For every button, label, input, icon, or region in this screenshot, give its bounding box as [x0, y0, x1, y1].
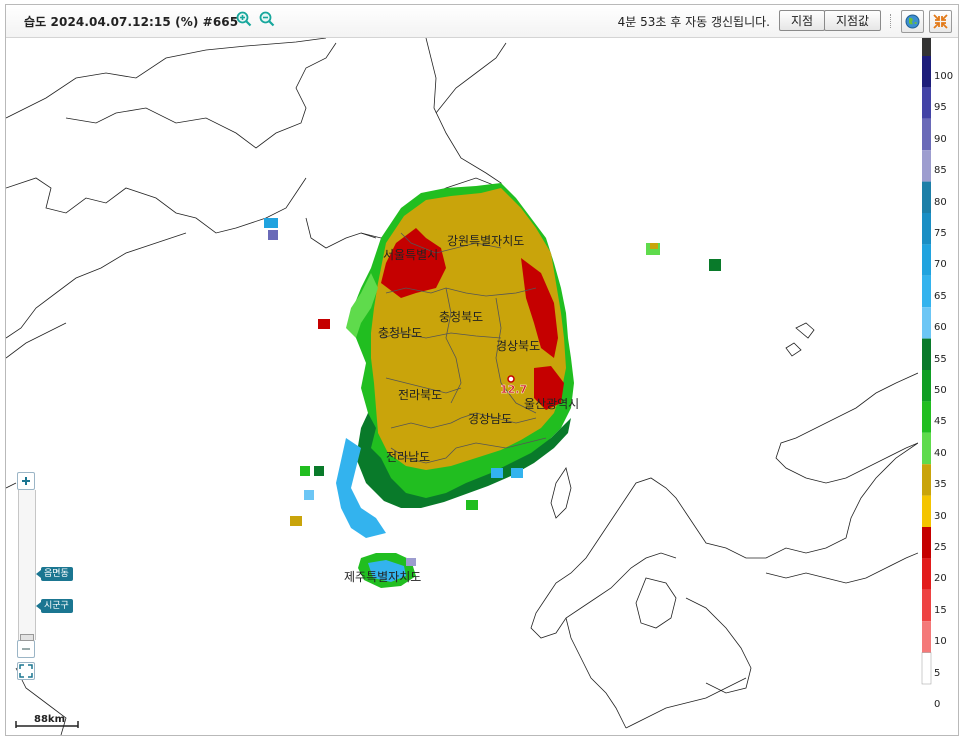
region-label-jeonnam: 전라남도 [386, 450, 430, 464]
point-value-button[interactable]: 지점값 [824, 10, 881, 31]
legend-label: 35 [934, 479, 947, 491]
zoom-slider-thumb[interactable] [20, 634, 34, 641]
zoom-slider-track[interactable] [18, 490, 36, 641]
zoom-out-icon[interactable] [259, 11, 275, 27]
legend-swatch [922, 244, 931, 276]
legend-swatch [922, 464, 931, 496]
fit-extent-button[interactable] [17, 662, 35, 680]
scale-label: 88km [34, 714, 65, 725]
legend-swatch [922, 338, 931, 370]
globe-button[interactable] [901, 10, 924, 33]
scale-bar: 88km [15, 714, 79, 728]
japan-coastline [530, 322, 918, 729]
legend-label: 30 [934, 510, 947, 522]
region-label-ulsan: 울산광역시 [524, 397, 579, 411]
plus-icon [22, 477, 30, 485]
legend-swatch [921, 652, 932, 685]
legend-swatch [922, 370, 931, 402]
region-label-jeonbuk: 전라북도 [398, 388, 442, 402]
legend-label: 80 [934, 196, 947, 208]
minus-icon [22, 648, 30, 650]
legend-swatch [922, 432, 931, 465]
legend-label: 45 [934, 416, 947, 428]
humidity-map: 서울특별시 강원특별자치도 충청북도 충청남도 경상북도 전라북도 경상남도 울… [6, 38, 918, 735]
legend-swatch-cap [922, 38, 931, 56]
map-viewer: 습도 2024.04.07.12:15 (%) #665 4분 53초 후 자동… [5, 4, 959, 736]
region-label-gangwon: 강원특별자치도 [447, 234, 524, 248]
map-title: 습도 2024.04.07.12:15 (%) #665 [24, 15, 239, 29]
legend-swatch [922, 87, 931, 119]
legend-swatch [922, 118, 931, 151]
legend-label: 100 [934, 71, 954, 82]
auto-refresh-countdown: 4분 53초 후 자동 갱신됩니다. [617, 15, 770, 29]
legend-swatch [922, 307, 931, 339]
legend-label: 90 [934, 133, 947, 145]
legend-label: 55 [934, 353, 947, 365]
legend-label: 95 [934, 102, 947, 114]
zoom-minus-button[interactable] [17, 640, 35, 658]
toolbar-divider [890, 14, 892, 28]
legend-swatch [922, 275, 931, 308]
zoom-in-icon[interactable] [236, 11, 252, 27]
point-marker[interactable] [507, 375, 515, 383]
legend-label: 70 [934, 259, 947, 271]
color-legend: 100 95 90 85 80 75 70 65 60 55 50 45 40 35 30 25 20 15 10 5… [920, 38, 958, 735]
region-label-gyeongnam: 경상남도 [468, 412, 512, 426]
legend-label: 65 [934, 290, 947, 302]
legend-label: 20 [934, 573, 947, 585]
legend-swatch [922, 150, 931, 182]
legend-label: 40 [934, 447, 947, 459]
globe-icon [905, 14, 920, 29]
zoom-level-town-tag[interactable]: 읍면동 [36, 567, 73, 581]
legend-swatch [922, 56, 931, 88]
legend-label: 25 [934, 542, 947, 553]
zoom-plus-button[interactable] [17, 472, 35, 490]
collapse-arrows-icon [933, 14, 948, 29]
point-button[interactable]: 지점 [779, 10, 825, 31]
region-label-jeju: 제주특별자치도 [344, 570, 421, 584]
zoom-level-city-tag[interactable]: 시군구 [36, 599, 73, 613]
legend-label: 15 [934, 604, 947, 616]
expand-icon [19, 664, 33, 678]
legend-swatch [922, 181, 931, 213]
fullscreen-button[interactable] [929, 10, 952, 33]
map-area[interactable]: 서울특별시 강원특별자치도 충청북도 충청남도 경상북도 전라북도 경상남도 울… [6, 38, 918, 735]
legend-swatch [922, 589, 931, 622]
legend-label: 50 [934, 385, 947, 396]
legend-swatch [922, 621, 931, 653]
region-label-chungbuk: 충청북도 [439, 310, 483, 324]
region-label-chungnam: 충청남도 [378, 326, 422, 340]
region-label-gyeongbuk: 경상북도 [496, 339, 540, 353]
zoom-control [17, 472, 36, 680]
legend-label: 60 [934, 322, 947, 334]
legend-swatch [922, 213, 931, 245]
region-label-seoul: 서울특별시 [383, 248, 438, 262]
legend-swatch [922, 558, 931, 590]
legend-label: 75 [934, 228, 947, 239]
legend-swatch [922, 401, 931, 433]
legend-label: 10 [934, 636, 947, 648]
legend-label: 0 [934, 699, 941, 710]
point-value-label: 12.7 [500, 383, 527, 396]
legend-label: 5 [934, 667, 941, 679]
legend-label: 85 [934, 165, 947, 177]
legend-swatch [922, 527, 931, 559]
toolbar: 습도 2024.04.07.12:15 (%) #665 4분 53초 후 자동… [6, 5, 958, 38]
legend-swatch [922, 495, 931, 527]
